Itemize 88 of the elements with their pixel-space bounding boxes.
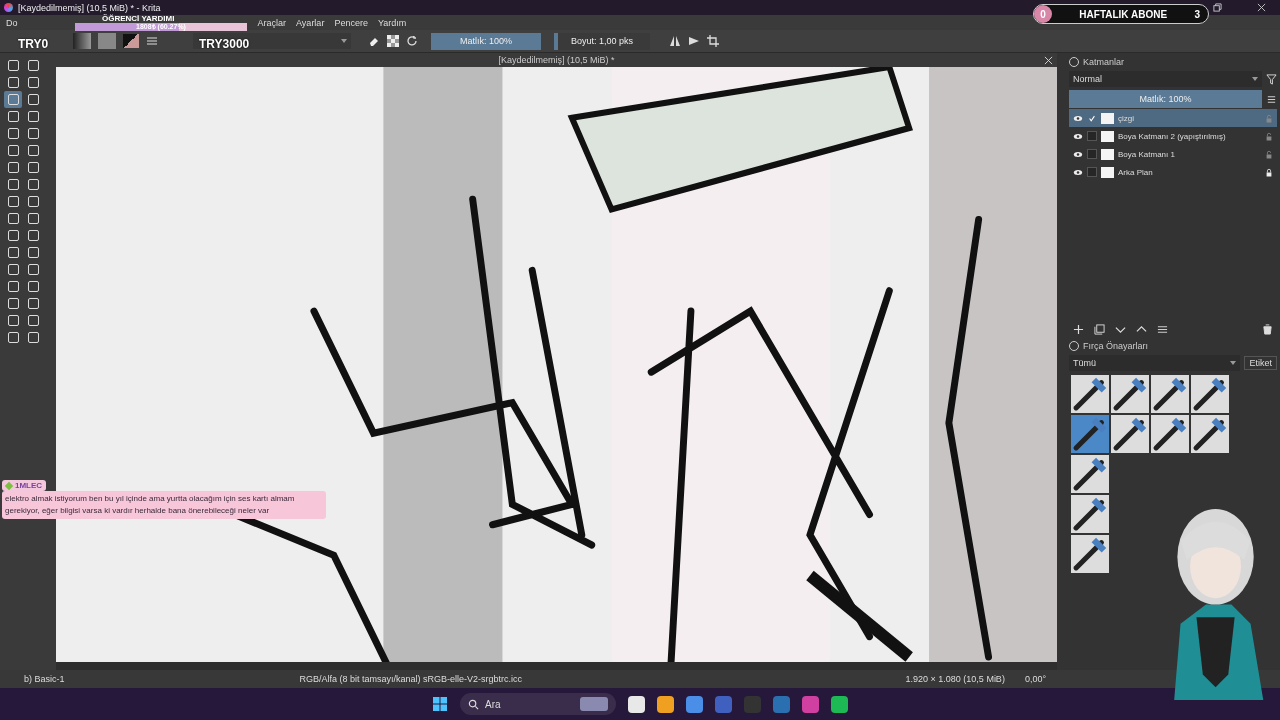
layer-row[interactable]: Boya Katmanı 2 (yapıştırılmış) (1069, 127, 1277, 145)
menu-item[interactable]: Araçlar (257, 17, 287, 28)
layer-name: Boya Katmanı 2 (yapıştırılmış) (1118, 131, 1227, 141)
brush-preset[interactable] (1151, 375, 1189, 413)
brush-preset[interactable] (1111, 375, 1149, 413)
chat-username: 1MLEC (2, 480, 47, 491)
menu-item[interactable]: Ayarlar (296, 17, 325, 28)
layer-row[interactable]: çizgi (1069, 109, 1277, 127)
caret-icon (341, 39, 347, 43)
refresh-icon[interactable] (406, 35, 418, 47)
filter-icon[interactable] (1266, 73, 1277, 85)
eye-icon[interactable] (1073, 114, 1083, 122)
brush-name: b) Basic-1 (24, 674, 65, 684)
tag-button[interactable]: Etiket (1244, 356, 1277, 370)
crop-icon[interactable] (707, 35, 719, 47)
color-profile: RGB/Alfa (8 bit tamsayı/kanal) sRGB-elle-V2-srgbtrc.icc (299, 674, 524, 684)
checkbox[interactable] (1087, 167, 1097, 177)
chevron-up-icon[interactable] (1136, 323, 1147, 335)
brush-preset[interactable] (1071, 495, 1109, 533)
layer-name: Arka Plan (1118, 167, 1154, 177)
checker-icon[interactable] (387, 35, 399, 47)
gradient-swatch[interactable] (73, 33, 91, 49)
mirror-icon[interactable] (669, 35, 681, 47)
brush-preset[interactable] (1111, 415, 1149, 453)
subscriber-goal-count: 3 (1194, 8, 1200, 20)
layer-row[interactable]: Arka Plan (1069, 163, 1277, 181)
layer-name: çizgi (1118, 113, 1135, 123)
menu-item[interactable]: Pencere (334, 17, 368, 28)
menu-item[interactable]: Yardım (377, 17, 407, 28)
brush-preset[interactable] (1191, 375, 1229, 413)
brush-preset[interactable] (1071, 375, 1109, 413)
checkbox[interactable] (1087, 149, 1097, 159)
chat-message: elektro almak istiyorum ben bu yıl içinde ama yurtta olacağım için ses kartı almam gerekiyor, eğer bilgisi varsa ki vardır herhalde bana önerebileceği neler var (2, 491, 326, 519)
brush-preset[interactable] (1071, 455, 1109, 493)
opacity-slider[interactable]: Matlık: 100% (1069, 90, 1262, 108)
layer-thumbnail (1101, 148, 1114, 160)
menu-item[interactable]: Do (6, 17, 18, 28)
restore-icon[interactable] (1213, 3, 1222, 12)
menu-icon[interactable] (1266, 93, 1277, 105)
search-field[interactable]: Ara (460, 693, 616, 715)
caret-icon (1230, 361, 1237, 365)
donation-max-label: TRY3000 (199, 37, 250, 51)
donation-min-label: TRY0 (18, 37, 49, 51)
rotation-value: 0,00° (1024, 674, 1046, 684)
list-icon[interactable] (146, 35, 158, 47)
brush-preset[interactable] (1191, 415, 1229, 453)
blend-mode-dropdown[interactable] (193, 33, 351, 49)
pattern-swatch[interactable] (98, 33, 116, 49)
panel-title: Fırça Önayarları (1083, 341, 1149, 351)
windows-icon[interactable] (432, 696, 448, 712)
tool-icon[interactable] (4, 91, 22, 108)
eraser-icon[interactable] (368, 35, 380, 47)
close-icon[interactable] (1257, 3, 1266, 12)
panel-title: Katmanlar (1083, 57, 1125, 67)
taskbar-app-icon[interactable] (831, 695, 848, 713)
window-title: [Kaydedilmemiş] (10,5 MiB) * - Krita (18, 2, 161, 13)
krita-logo-icon (4, 3, 13, 12)
color-swatch-icon[interactable] (123, 34, 139, 48)
search-icon (468, 698, 479, 710)
add-icon[interactable] (1073, 323, 1084, 335)
brush-preset[interactable] (1151, 415, 1189, 453)
properties-icon[interactable] (1157, 323, 1168, 335)
layer-name: Boya Katmanı 1 (1118, 149, 1176, 159)
duplicate-icon[interactable] (1094, 323, 1105, 335)
document-title: [Kaydedilmemiş] (10,5 MiB) * (498, 55, 615, 65)
subscriber-count: 0 (1034, 5, 1052, 23)
layer-thumbnail (1101, 130, 1114, 142)
eye-icon[interactable] (1073, 150, 1083, 158)
close-icon[interactable] (1044, 55, 1053, 65)
checkbox[interactable] (1087, 113, 1097, 123)
eye-icon[interactable] (1073, 132, 1083, 140)
filter-dropdown[interactable]: Tümü (1069, 355, 1241, 371)
layer-thumbnail (1101, 166, 1114, 178)
layer-row[interactable]: Boya Katmanı 1 (1069, 145, 1277, 163)
taskbar-app-icon[interactable] (628, 695, 645, 713)
brush-preset[interactable] (1071, 535, 1109, 573)
opacity-slider[interactable]: Matlık: 100% (431, 32, 541, 50)
checkbox[interactable] (1087, 131, 1097, 141)
layer-thumbnail (1101, 112, 1114, 124)
taskbar-app-icon[interactable] (657, 695, 674, 713)
trash-icon[interactable] (1262, 323, 1273, 335)
blend-mode-dropdown[interactable]: Normal (1069, 71, 1262, 87)
caret-icon (1252, 77, 1258, 81)
image-size: 1.920 × 1.080 (10,5 MiB) (905, 674, 1005, 684)
eye-icon[interactable] (1073, 168, 1083, 176)
arrow-icon[interactable] (688, 35, 700, 47)
size-slider[interactable]: Boyut: 1,00 pks (554, 32, 650, 50)
subscriber-goal-label: HAFTALIK ABONE (1078, 8, 1169, 20)
